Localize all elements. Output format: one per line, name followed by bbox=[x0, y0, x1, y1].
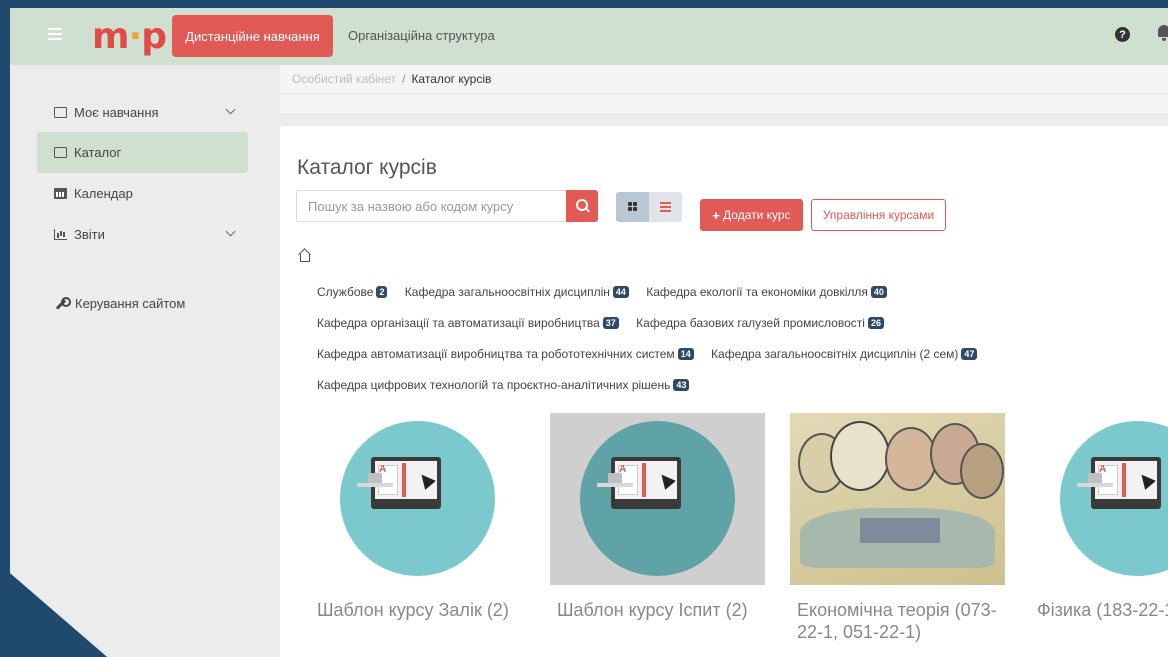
category-link[interactable]: Кафедра загальноосвітніх дисциплін 44 bbox=[405, 285, 629, 299]
course-title[interactable]: Фізика (183-22-1 bbox=[1037, 599, 1168, 621]
bell-icon[interactable] bbox=[1157, 25, 1168, 41]
list-view-button[interactable] bbox=[649, 192, 682, 222]
sidebar-item-calendar[interactable]: Календар bbox=[37, 173, 248, 214]
wrench-icon bbox=[54, 296, 71, 311]
course-image[interactable]: A bbox=[550, 413, 765, 585]
add-course-label: Додати курс bbox=[723, 208, 791, 222]
breadcrumb-divider bbox=[280, 93, 1168, 113]
sidebar-item-reports[interactable]: Звіти bbox=[37, 214, 248, 255]
category-link[interactable]: Службове 2 bbox=[317, 285, 388, 299]
category-row: Кафедра організації та автоматизації вир… bbox=[317, 316, 898, 330]
help-icon[interactable]: ? bbox=[1115, 27, 1130, 42]
monitor-icon bbox=[54, 107, 67, 118]
breadcrumb-separator: / bbox=[402, 72, 406, 86]
course-title[interactable]: Шаблон курсу Іспит (2) bbox=[557, 599, 767, 621]
category-link[interactable]: Кафедра базових галузей промисловості 26 bbox=[636, 316, 884, 330]
logo[interactable]: m·p bbox=[92, 16, 167, 57]
category-link[interactable]: Кафедра автоматизації виробництва та роб… bbox=[317, 347, 694, 361]
count-badge: 47 bbox=[961, 348, 978, 360]
breadcrumb-current: Каталог курсів bbox=[411, 72, 492, 86]
course-placeholder-icon: A bbox=[340, 421, 495, 576]
count-badge: 40 bbox=[870, 286, 887, 298]
sidebar-item-my-learning[interactable]: Моє навчання bbox=[37, 92, 248, 133]
grid-view-button[interactable] bbox=[616, 192, 649, 222]
chevron-down-icon bbox=[225, 104, 236, 115]
course-image[interactable]: A bbox=[310, 413, 525, 585]
count-badge: 26 bbox=[867, 317, 884, 329]
category-link[interactable]: Кафедра екології та економіки довкілля 40 bbox=[646, 285, 887, 299]
economists-illustration bbox=[790, 413, 1005, 585]
search-input[interactable] bbox=[296, 190, 566, 222]
sidebar-item-label: Керування сайтом bbox=[75, 296, 186, 311]
sidebar-item-label: Календар bbox=[74, 186, 133, 201]
course-title[interactable]: Шаблон курсу Залік (2) bbox=[317, 599, 527, 621]
chart-icon bbox=[54, 229, 67, 240]
category-link[interactable]: Кафедра організації та автоматизації вир… bbox=[317, 316, 619, 330]
calendar-icon bbox=[54, 188, 67, 199]
sidebar-item-label: Моє навчання bbox=[74, 105, 159, 120]
course-image[interactable] bbox=[790, 413, 1005, 585]
chevron-down-icon bbox=[225, 226, 236, 237]
menu-icon[interactable] bbox=[48, 28, 62, 43]
app-window: m·p Дистанційне навчання Організаційна с… bbox=[10, 8, 1168, 657]
breadcrumb: Особистий кабінет / Каталог курсів bbox=[280, 65, 1168, 93]
course-title[interactable]: Економічна теорія (073-22-1, 051-22-1) bbox=[797, 599, 1007, 643]
sidebar: Моє навчання Каталог Календар Звіти Керу… bbox=[10, 65, 266, 657]
category-link[interactable]: Кафедра цифрових технологій та проєктно-… bbox=[317, 378, 690, 392]
course-placeholder-icon: A bbox=[580, 421, 735, 576]
catalog-icon bbox=[54, 147, 67, 158]
course-image[interactable]: A bbox=[1030, 413, 1168, 585]
breadcrumb-home-link[interactable]: Особистий кабінет bbox=[292, 72, 396, 86]
top-navbar: m·p Дистанційне навчання Організаційна с… bbox=[10, 8, 1168, 65]
sidebar-item-label: Звіти bbox=[74, 227, 105, 242]
count-badge: 14 bbox=[677, 348, 694, 360]
manage-courses-button[interactable]: Управління курсами bbox=[811, 199, 946, 231]
category-row: Службове 2 Кафедра загальноосвітніх дисци… bbox=[317, 285, 901, 299]
category-link[interactable]: Кафедра загальноосвітніх дисциплін (2 се… bbox=[711, 347, 978, 361]
add-course-button[interactable]: + Додати курс bbox=[700, 199, 803, 231]
page-title: Каталог курсів bbox=[297, 156, 437, 179]
sidebar-item-site-admin[interactable]: Керування сайтом bbox=[37, 283, 248, 324]
plus-icon: + bbox=[712, 207, 721, 223]
sidebar-item-label: Каталог bbox=[74, 145, 122, 160]
category-row: Кафедра автоматизації виробництва та роб… bbox=[317, 347, 991, 361]
search-button[interactable] bbox=[566, 190, 598, 222]
tab-distance-learning[interactable]: Дистанційне навчання bbox=[172, 15, 333, 57]
count-badge: 44 bbox=[612, 286, 629, 298]
course-placeholder-icon: A bbox=[1060, 421, 1168, 576]
count-badge: 37 bbox=[602, 317, 619, 329]
sidebar-item-catalog[interactable]: Каталог bbox=[37, 132, 248, 173]
tab-org-structure[interactable]: Організаційна структура bbox=[348, 28, 495, 43]
count-badge: 43 bbox=[673, 379, 690, 391]
count-badge: 2 bbox=[376, 286, 388, 298]
home-icon[interactable] bbox=[298, 249, 310, 262]
category-row: Кафедра цифрових технологій та проєктно-… bbox=[317, 378, 703, 392]
